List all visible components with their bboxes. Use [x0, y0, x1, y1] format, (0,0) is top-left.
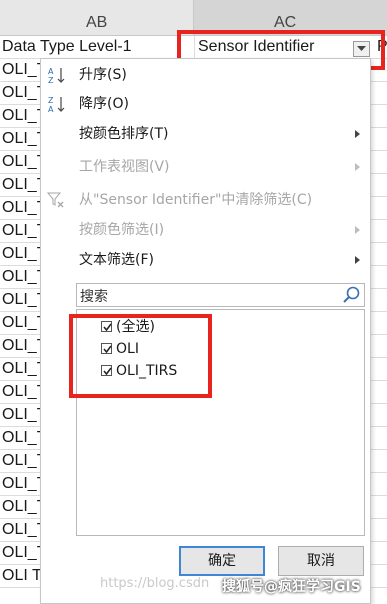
- menu-sort-by-color[interactable]: 按颜色排序(T): [41, 122, 370, 146]
- svg-text:Z: Z: [48, 96, 54, 105]
- cancel-button[interactable]: 取消: [278, 546, 364, 576]
- cell-data-type-header[interactable]: Data Type Level-1: [2, 36, 132, 58]
- checkmark-icon: [103, 345, 112, 354]
- list-item-label: OLI_TIRS: [116, 363, 178, 379]
- column-header-ac[interactable]: AC: [194, 0, 387, 36]
- menu-sort-descending[interactable]: ZA 降序(O): [41, 92, 370, 116]
- filter-dropdown-button[interactable]: [353, 41, 370, 57]
- menu-clear-filter: 从"Sensor Identifier"中清除筛选(C): [41, 188, 370, 212]
- menu-sort-descending-label: 降序(O): [79, 96, 129, 112]
- sort-ascending-icon: AZ: [47, 66, 69, 92]
- checkmark-icon: [103, 323, 112, 332]
- clear-filter-icon: [46, 191, 65, 217]
- checkmark-icon: [103, 367, 112, 376]
- column-label-ac: AC: [274, 14, 297, 31]
- filter-search-input[interactable]: 搜索: [76, 283, 365, 307]
- menu-text-filter[interactable]: 文本筛选(F): [41, 248, 370, 272]
- search-icon[interactable]: [343, 286, 361, 308]
- menu-sort-by-color-label: 按颜色排序(T): [79, 126, 169, 142]
- chevron-down-icon: [357, 46, 366, 51]
- column-label-ab: AB: [86, 14, 108, 31]
- submenu-arrow-icon: [355, 163, 360, 171]
- menu-filter-by-color: 按颜色筛选(I): [41, 218, 370, 242]
- ok-button[interactable]: 确定: [179, 546, 265, 576]
- svg-text:A: A: [48, 105, 54, 113]
- menu-sort-ascending-label: 升序(S): [79, 67, 127, 83]
- submenu-arrow-icon: [355, 256, 360, 264]
- list-item-label: (全选): [116, 319, 155, 335]
- menu-text-filter-label: 文本筛选(F): [79, 252, 154, 268]
- filter-menu: AZ 升序(S) ZA 降序(O) 按颜色排序(T) 工作表视图(V) 从"Se…: [40, 58, 371, 604]
- menu-clear-filter-label: 从"Sensor Identifier"中清除筛选(C): [79, 192, 313, 208]
- filter-value-list: (全选) OLI OLI_TIRS: [76, 309, 365, 536]
- menu-sort-ascending[interactable]: AZ 升序(S): [41, 63, 370, 87]
- submenu-arrow-icon: [355, 226, 360, 234]
- watermark-url: https://blog.csdn: [100, 576, 210, 591]
- checkbox-oli[interactable]: [101, 343, 112, 354]
- menu-sheet-view: 工作表视图(V): [41, 155, 370, 179]
- menu-filter-by-color-label: 按颜色筛选(I): [79, 222, 165, 238]
- svg-text:Z: Z: [48, 76, 54, 84]
- column-header-ab[interactable]: AB: [0, 0, 194, 36]
- list-item-label: OLI: [116, 341, 139, 357]
- checkbox-select-all[interactable]: [101, 321, 112, 332]
- cell-next-header[interactable]: P: [377, 36, 387, 58]
- submenu-arrow-icon: [355, 130, 360, 138]
- cell-sensor-identifier-header[interactable]: Sensor Identifier: [198, 36, 315, 58]
- search-placeholder: 搜索: [80, 289, 108, 305]
- header-row: Data Type Level-1 Sensor Identifier P: [0, 36, 387, 59]
- svg-text:A: A: [48, 67, 54, 76]
- watermark-brand: 搜狐号@疯狂学习GIS: [222, 579, 361, 595]
- sort-descending-icon: ZA: [47, 95, 69, 121]
- checkbox-oli-tirs[interactable]: [101, 365, 112, 376]
- menu-sheet-view-label: 工作表视图(V): [79, 159, 170, 175]
